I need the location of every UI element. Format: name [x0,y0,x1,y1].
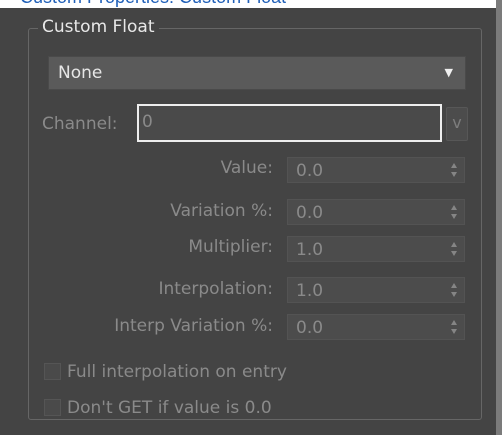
window-edge [496,0,502,435]
interp-variation-spinner[interactable]: 0.0 [287,314,465,340]
full-interpolation-checkbox[interactable] [44,363,61,380]
spinner-arrows-icon[interactable] [451,240,458,258]
spinner-arrows-icon[interactable] [451,203,458,221]
group-title: Custom Float [38,16,159,38]
multiplier-spinner[interactable]: 1.0 [287,236,465,262]
header-strip: Custom Properties: Custom Float [0,0,502,8]
channel-input[interactable]: 0 [137,104,442,142]
channel-input-value: 0 [142,112,153,132]
channel-pick-button[interactable]: v [446,107,468,141]
multiplier-spinner-value: 1.0 [296,240,324,260]
variation-spinner-value: 0.0 [296,203,324,223]
variation-label: Variation %: [170,201,273,221]
chevron-down-icon: ▼ [444,66,453,79]
interpolation-spinner[interactable]: 1.0 [287,277,465,303]
interp-variation-label: Interp Variation %: [114,316,273,336]
interpolation-label: Interpolation: [158,279,273,299]
dropdown-selected-value: None [58,63,103,83]
custom-float-dropdown[interactable]: None ▼ [48,56,466,90]
dont-get-if-zero-checkbox[interactable] [44,399,61,416]
interp-variation-spinner-value: 0.0 [296,318,324,338]
full-interpolation-label[interactable]: Full interpolation on entry [67,361,287,383]
variation-spinner[interactable]: 0.0 [287,199,465,225]
channel-label: Channel: [42,114,118,134]
dont-get-if-zero-label[interactable]: Don't GET if value is 0.0 [67,397,272,419]
header-strip-text: Custom Properties: Custom Float [20,0,286,8]
value-spinner[interactable]: 0.0 [287,157,465,183]
spinner-arrows-icon[interactable] [451,318,458,336]
value-spinner-value: 0.0 [296,161,324,181]
spinner-arrows-icon[interactable] [451,161,458,179]
multiplier-label: Multiplier: [188,237,273,257]
value-label: Value: [220,158,273,178]
interpolation-spinner-value: 1.0 [296,281,324,301]
spinner-arrows-icon[interactable] [451,281,458,299]
